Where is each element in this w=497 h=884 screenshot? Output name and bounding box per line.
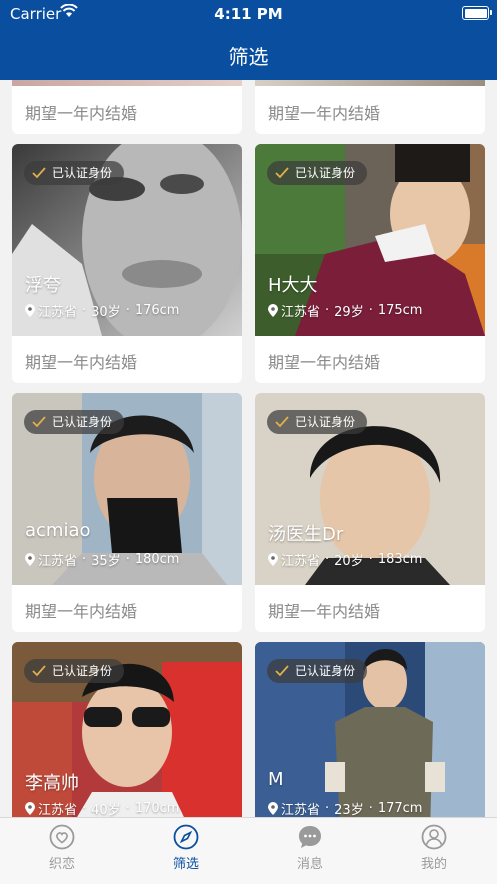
verified-badge: 已认证身份 — [267, 410, 368, 434]
profile-height: 183cm — [377, 552, 423, 567]
verified-badge: 已认证身份 — [24, 161, 125, 185]
profile-age: 35岁 — [91, 554, 121, 569]
location-pin-icon — [268, 802, 278, 815]
verified-label: 已认证身份 — [52, 415, 113, 429]
profile-meta: 江苏省 · 29岁 · 175cm — [268, 301, 422, 320]
verified-label: 已认证身份 — [52, 664, 113, 678]
chat-icon — [299, 826, 321, 848]
check-icon — [275, 416, 289, 428]
page-title: 筛选 — [228, 45, 269, 69]
profile-age: 23岁 — [334, 803, 364, 817]
profile-meta: 江苏省 · 40岁 · 170cm — [25, 799, 179, 817]
tab-me[interactable]: 我的 — [372, 824, 496, 872]
profile-age: 29岁 — [334, 305, 364, 320]
compass-icon — [173, 824, 199, 850]
heart-icon — [49, 824, 75, 850]
profile-height: 175cm — [377, 303, 423, 318]
profile-name: 浮夸 — [25, 275, 61, 296]
profile-province: 江苏省 — [281, 554, 321, 569]
profile-province: 江苏省 — [281, 803, 321, 817]
profile-card[interactable]: 已认证身份 李高帅 江苏省 · 40岁 · 170cm — [12, 642, 242, 817]
profile-age: 30岁 — [91, 305, 121, 320]
profile-card[interactable]: 已认证身份 浮夸 江苏省 · 30岁 · 176cm 期望一年内结婚 — [12, 144, 242, 383]
profile-wish: 期望一年内结婚 — [268, 602, 381, 621]
verified-badge: 已认证身份 — [24, 410, 125, 434]
user-icon — [421, 824, 447, 850]
profile-meta: 江苏省 · 23岁 · 177cm — [268, 799, 422, 817]
profile-card[interactable]: 已认证身份 H大大 江苏省 · 29岁 · 175cm 期望一年内结婚 — [255, 144, 485, 383]
profile-name: 李高帅 — [25, 773, 79, 794]
location-pin-icon — [268, 553, 278, 566]
profile-photo — [12, 80, 242, 86]
profile-meta: 江苏省 · 35岁 · 180cm — [25, 550, 179, 569]
profile-height: 177cm — [377, 801, 423, 816]
location-pin-icon — [25, 802, 35, 815]
profile-wish: 期望一年内结婚 — [25, 104, 138, 123]
verified-label: 已认证身份 — [52, 166, 113, 180]
profile-card[interactable]: 已认证身份 汤医生Dr 江苏省 · 20岁 · 183cm 期望一年内结婚 — [255, 393, 485, 632]
navigation-bar: 筛选 — [0, 27, 497, 80]
verified-label: 已认证身份 — [295, 415, 356, 429]
profile-card[interactable]: 已认证身份 M 江苏省 · 23岁 · 177cm — [255, 642, 485, 817]
verified-badge: 已认证身份 — [24, 659, 125, 683]
tab-label: 织恋 — [48, 857, 75, 872]
profile-name: 汤医生Dr — [268, 524, 344, 545]
location-pin-icon — [268, 304, 278, 317]
profile-photo — [255, 80, 485, 86]
profile-meta: 江苏省 · 30岁 · 176cm — [25, 301, 179, 320]
check-icon — [275, 167, 289, 179]
profile-province: 江苏省 — [281, 305, 321, 320]
profile-wish: 期望一年内结婚 — [25, 602, 138, 621]
verified-label: 已认证身份 — [295, 166, 356, 180]
profile-age: 20岁 — [334, 554, 364, 569]
clock: 4:11 PM — [214, 5, 283, 23]
verified-badge: 已认证身份 — [267, 659, 368, 683]
check-icon — [275, 665, 289, 677]
verified-label: 已认证身份 — [295, 664, 356, 678]
profile-grid[interactable]: 期望一年内结婚 期望一年内结婚 已认证身份 浮夸 江苏省 · 30岁 · 176… — [0, 80, 497, 817]
check-icon — [32, 167, 46, 179]
profile-name: M — [268, 769, 284, 790]
tab-filter[interactable]: 筛选 — [124, 824, 248, 872]
check-icon — [32, 665, 46, 677]
profile-name: H大大 — [268, 275, 318, 296]
profile-height: 170cm — [134, 801, 180, 816]
profile-card-partial[interactable]: 期望一年内结婚 — [12, 80, 242, 134]
profile-name: acmiao — [25, 520, 91, 541]
profile-wish: 期望一年内结婚 — [268, 353, 381, 372]
battery-icon — [462, 6, 492, 20]
profile-province: 江苏省 — [38, 803, 78, 817]
location-pin-icon — [25, 553, 35, 566]
tab-label: 我的 — [420, 857, 447, 872]
profile-wish: 期望一年内结婚 — [268, 104, 381, 123]
profile-card-partial[interactable]: 期望一年内结婚 — [255, 80, 485, 134]
location-pin-icon — [25, 304, 35, 317]
tab-messages[interactable]: 消息 — [248, 824, 372, 872]
tab-zhilian[interactable]: 织恋 — [0, 824, 124, 872]
tab-label: 消息 — [296, 857, 323, 872]
profile-province: 江苏省 — [38, 305, 78, 320]
check-icon — [32, 416, 46, 428]
tab-bar: 织恋 筛选 消息 我的 — [0, 817, 497, 884]
profile-height: 176cm — [134, 303, 180, 318]
profile-height: 180cm — [134, 552, 180, 567]
profile-card[interactable]: 已认证身份 acmiao 江苏省 · 35岁 · 180cm 期望一年内结婚 — [12, 393, 242, 632]
tab-label: 筛选 — [172, 857, 199, 872]
verified-badge: 已认证身份 — [267, 161, 368, 185]
profile-wish: 期望一年内结婚 — [25, 353, 138, 372]
status-bar: Carrier 4:11 PM — [0, 0, 497, 27]
profile-province: 江苏省 — [38, 554, 78, 569]
profile-age: 40岁 — [91, 803, 121, 817]
profile-meta: 江苏省 · 20岁 · 183cm — [268, 550, 422, 569]
